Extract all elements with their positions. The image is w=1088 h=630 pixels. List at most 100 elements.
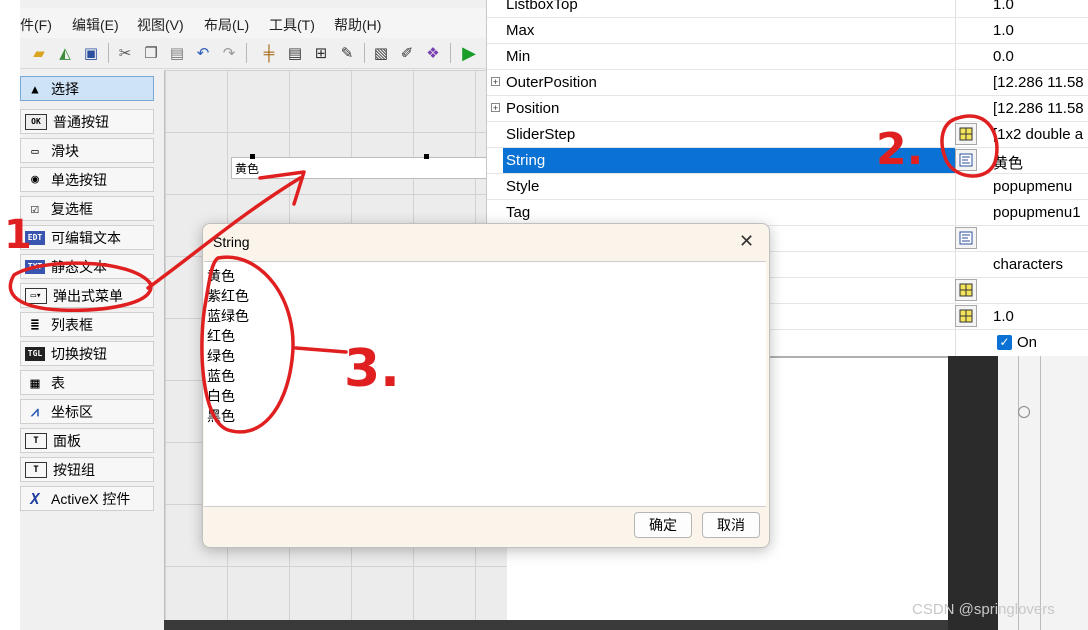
prop-value[interactable]: [12.286 11.58 <box>993 100 1084 117</box>
string-line: 蓝绿色 <box>207 308 249 324</box>
prop-row-listboxtop[interactable]: ListboxTop 1.0 <box>487 0 1088 18</box>
listbox-icon: ≣ <box>30 316 40 333</box>
toolbar: ▰ ◭ ▣ ✂ ❐ ▤ ↶ ↷ ╪ ▤ ⊞ ✎ ▧ ✐ ❖ ▶ <box>20 38 506 69</box>
menu-edit[interactable]: 编辑(E) <box>72 15 119 35</box>
string-line: 绿色 <box>207 348 235 364</box>
popup-menu-widget[interactable]: 黄色 <box>231 157 487 179</box>
prop-row-style[interactable]: Style popupmenu <box>487 174 1088 200</box>
object-browser-icon[interactable]: ❖ <box>422 42 444 64</box>
prop-value[interactable]: popupmenu <box>993 178 1072 195</box>
string-textarea[interactable]: 黄色 紫红色 蓝绿色 红色 绿色 蓝色 白色 黑色 <box>204 261 766 507</box>
ok-button[interactable]: 确定 <box>634 512 692 538</box>
palette-checkbox[interactable]: ☑ 复选框 <box>20 196 154 221</box>
toolbar-separator <box>108 43 109 63</box>
frame-line <box>1040 356 1041 630</box>
popup-menu-text: 黄色 <box>235 162 260 176</box>
checkbox-checked-icon[interactable]: ✓ <box>997 335 1012 350</box>
palette-popup-menu[interactable]: ▭▾ 弹出式菜单 <box>20 283 154 308</box>
folder-open-icon[interactable]: ▰ <box>28 42 50 64</box>
palette-table[interactable]: ▦ 表 <box>20 370 154 395</box>
tab-order-icon[interactable]: ⊞ <box>310 42 332 64</box>
palette-listbox[interactable]: ≣ 列表框 <box>20 312 154 337</box>
text-editor-icon[interactable] <box>955 149 977 171</box>
copy-icon[interactable]: ❐ <box>140 42 162 64</box>
palette-select[interactable]: ▲ 选择 <box>20 76 154 101</box>
axes-icon: ⩘ <box>31 403 39 420</box>
prop-name: SliderStep <box>506 126 576 143</box>
redo-icon[interactable]: ↷ <box>218 42 240 64</box>
palette-edit-text[interactable]: EDT 可编辑文本 <box>20 225 154 250</box>
menu-help[interactable]: 帮助(H) <box>334 15 381 35</box>
prop-value[interactable]: [12.286 11.58 <box>993 74 1084 91</box>
palette-label: 单选按钮 <box>51 171 107 188</box>
inspector-icon[interactable]: ✐ <box>396 42 418 64</box>
toggle-icon: TGL <box>25 346 45 361</box>
palette-label: 弹出式菜单 <box>53 287 123 304</box>
editor-icon[interactable]: ✎ <box>336 42 358 64</box>
close-icon[interactable]: ✕ <box>739 231 754 252</box>
menu-editor-icon[interactable]: ▤ <box>284 42 306 64</box>
prop-value[interactable]: [1x2 double a <box>993 126 1083 143</box>
undo-icon[interactable]: ↶ <box>192 42 214 64</box>
run-icon[interactable]: ▶ <box>458 42 480 64</box>
prop-value[interactable]: 1.0 <box>993 308 1014 325</box>
palette-label: 切换按钮 <box>51 345 107 362</box>
circle-icon[interactable] <box>1018 406 1030 418</box>
cancel-button[interactable]: 取消 <box>702 512 760 538</box>
mfile-icon[interactable]: ▧ <box>370 42 392 64</box>
array-editor-icon[interactable] <box>955 279 977 301</box>
dialog-title: String <box>213 234 250 250</box>
prop-name: Min <box>506 48 531 65</box>
expand-plus-icon[interactable]: + <box>491 103 500 113</box>
prop-row-string[interactable]: String 黄色 <box>487 148 1088 174</box>
menu-tools[interactable]: 工具(T) <box>269 15 315 35</box>
array-editor-icon[interactable] <box>955 123 977 145</box>
string-line: 蓝色 <box>207 368 235 384</box>
selection-handle[interactable] <box>424 154 429 159</box>
prop-row-position[interactable]: + Position [12.286 11.58 <box>487 96 1088 122</box>
array-editor-icon[interactable] <box>955 305 977 327</box>
palette-slider[interactable]: ▭ 滑块 <box>20 138 154 163</box>
prop-row-max[interactable]: Max 1.0 <box>487 18 1088 44</box>
palette-axes[interactable]: ⩘ 坐标区 <box>20 399 154 424</box>
palette-pushbutton[interactable]: OK 普通按钮 <box>20 109 154 134</box>
prop-row-min[interactable]: Min 0.0 <box>487 44 1088 70</box>
palette-toggle[interactable]: TGL 切换按钮 <box>20 341 154 366</box>
toolbar-separator <box>246 43 247 63</box>
prop-row-outerposition[interactable]: + OuterPosition [12.286 11.58 <box>487 70 1088 96</box>
selection-handle[interactable] <box>250 154 255 159</box>
palette-activex[interactable]: X ActiveX 控件 <box>20 486 154 511</box>
menu-file[interactable]: 件(F) <box>20 15 52 35</box>
palette-radiobutton[interactable]: ◉ 单选按钮 <box>20 167 154 192</box>
align-icon[interactable]: ╪ <box>258 42 280 64</box>
component-palette: ▲ 选择 OK 普通按钮 ▭ 滑块 ◉ 单选按钮 ☑ 复选框 EDT 可编辑文本… <box>20 74 158 524</box>
menu-layout[interactable]: 布局(L) <box>204 15 249 35</box>
prop-value[interactable]: 1.0 <box>993 22 1014 39</box>
string-line: 黄色 <box>207 268 235 284</box>
paste-icon[interactable]: ▤ <box>166 42 188 64</box>
watermark: CSDN @springlovers <box>912 601 1055 618</box>
palette-label: 滑块 <box>51 142 79 159</box>
prop-row-sliderstep[interactable]: SliderStep [1x2 double a <box>487 122 1088 148</box>
text-editor-icon[interactable] <box>955 227 977 249</box>
save-icon[interactable]: ▣ <box>80 42 102 64</box>
dark-panel-strip <box>948 356 998 630</box>
palette-static-text[interactable]: TXT 静态文本 <box>20 254 154 279</box>
palette-panel[interactable]: T 面板 <box>20 428 154 453</box>
prop-name: Style <box>506 178 540 195</box>
new-file-icon[interactable]: ◭ <box>54 42 76 64</box>
prop-name: Tag <box>506 204 531 221</box>
string-editor-dialog: String ✕ 黄色 紫红色 蓝绿色 红色 绿色 蓝色 白色 黑色 确定 取消 <box>202 223 770 548</box>
prop-value[interactable]: 黄色 <box>993 152 1023 173</box>
cut-icon[interactable]: ✂ <box>114 42 136 64</box>
prop-value[interactable]: popupmenu1 <box>993 204 1081 221</box>
palette-label: 列表框 <box>51 316 93 333</box>
palette-button-group[interactable]: T 按钮组 <box>20 457 154 482</box>
prop-value[interactable]: 0.0 <box>993 48 1014 65</box>
menu-view[interactable]: 视图(V) <box>137 15 184 35</box>
prop-value[interactable]: characters <box>993 256 1063 273</box>
string-line: 白色 <box>207 388 235 404</box>
expand-plus-icon[interactable]: + <box>491 77 500 87</box>
prop-name: OuterPosition <box>506 74 597 91</box>
prop-value[interactable]: 1.0 <box>993 0 1014 13</box>
